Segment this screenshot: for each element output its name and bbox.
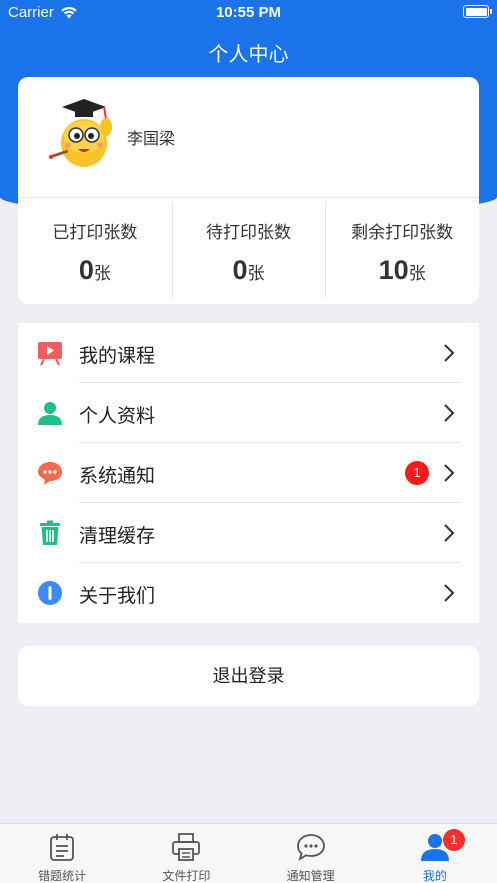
notification-badge: 1	[405, 461, 429, 485]
stat-value: 10张	[325, 255, 479, 286]
stat-remaining: 剩余打印张数 10张	[325, 198, 479, 304]
tab-bar: 错题统计 文件打印 通知管理 1 我的	[0, 823, 497, 883]
stat-label: 已打印张数	[52, 223, 138, 242]
logout-button[interactable]: 退出登录	[18, 646, 479, 706]
menu-label: 个人资料	[79, 406, 156, 427]
stat-unit: 张	[93, 264, 111, 283]
stat-unit: 张	[408, 264, 426, 283]
stat-value: 0张	[18, 255, 172, 286]
menu-list: 我的课程 个人资料 系统通知 1 清理缓存 关于我们	[18, 323, 479, 623]
page-title: 个人中心	[208, 44, 289, 66]
menu-label: 关于我们	[79, 586, 156, 607]
info-icon	[38, 581, 62, 605]
chevron-right-icon	[444, 464, 455, 482]
avatar[interactable]	[48, 97, 118, 177]
chevron-right-icon	[444, 584, 455, 602]
printer-icon	[172, 833, 201, 861]
profile-icon	[38, 402, 62, 425]
status-time: 10:55 PM	[215, 4, 282, 21]
tab-notice-manage[interactable]: 通知管理	[249, 824, 373, 883]
stat-label: 待打印张数	[206, 223, 291, 242]
menu-item-clear-cache[interactable]: 清理缓存	[18, 503, 479, 563]
chat-icon	[296, 834, 325, 861]
stat-number: 10	[378, 255, 409, 285]
tab-label: 错题统计	[38, 869, 87, 883]
stat-number: 0	[78, 255, 94, 285]
tab-file-print[interactable]: 文件打印	[124, 824, 248, 883]
tab-label: 通知管理	[286, 869, 335, 883]
menu-item-about-us[interactable]: 关于我们	[18, 563, 479, 623]
menu-label: 我的课程	[79, 346, 156, 367]
chevron-right-icon	[444, 404, 455, 422]
stat-value: 0张	[172, 255, 326, 286]
calendar-icon	[50, 834, 75, 861]
menu-label: 系统通知	[79, 466, 156, 487]
tab-label: 文件打印	[162, 869, 211, 883]
menu-item-my-courses[interactable]: 我的课程	[18, 323, 479, 383]
message-icon	[38, 462, 62, 485]
status-bar: Carrier 10:55 PM	[0, 0, 497, 26]
username: 李国梁	[127, 131, 176, 148]
stat-unit: 张	[247, 264, 265, 283]
stat-number: 0	[232, 255, 248, 285]
trash-icon	[40, 520, 60, 545]
stat-pending: 待打印张数 0张	[171, 198, 326, 304]
chevron-right-icon	[444, 344, 455, 362]
menu-label: 清理缓存	[79, 526, 156, 547]
profile-card: 李国梁 已打印张数 0张 待打印张数 0张 剩余打印张数 10张	[18, 77, 479, 304]
tab-label: 我的	[422, 869, 447, 883]
chevron-right-icon	[444, 524, 455, 542]
tab-error-stats[interactable]: 错题统计	[0, 824, 124, 883]
battery-icon	[463, 5, 492, 18]
tab-mine[interactable]: 1 我的	[373, 824, 497, 883]
menu-item-notifications[interactable]: 系统通知 1	[18, 443, 479, 503]
print-stats: 已打印张数 0张 待打印张数 0张 剩余打印张数 10张	[18, 198, 479, 304]
menu-item-profile[interactable]: 个人资料	[18, 383, 479, 443]
stat-label: 剩余打印张数	[351, 223, 454, 242]
stat-printed: 已打印张数 0张	[18, 198, 172, 304]
tab-badge: 1	[442, 829, 465, 851]
course-icon	[38, 342, 62, 366]
